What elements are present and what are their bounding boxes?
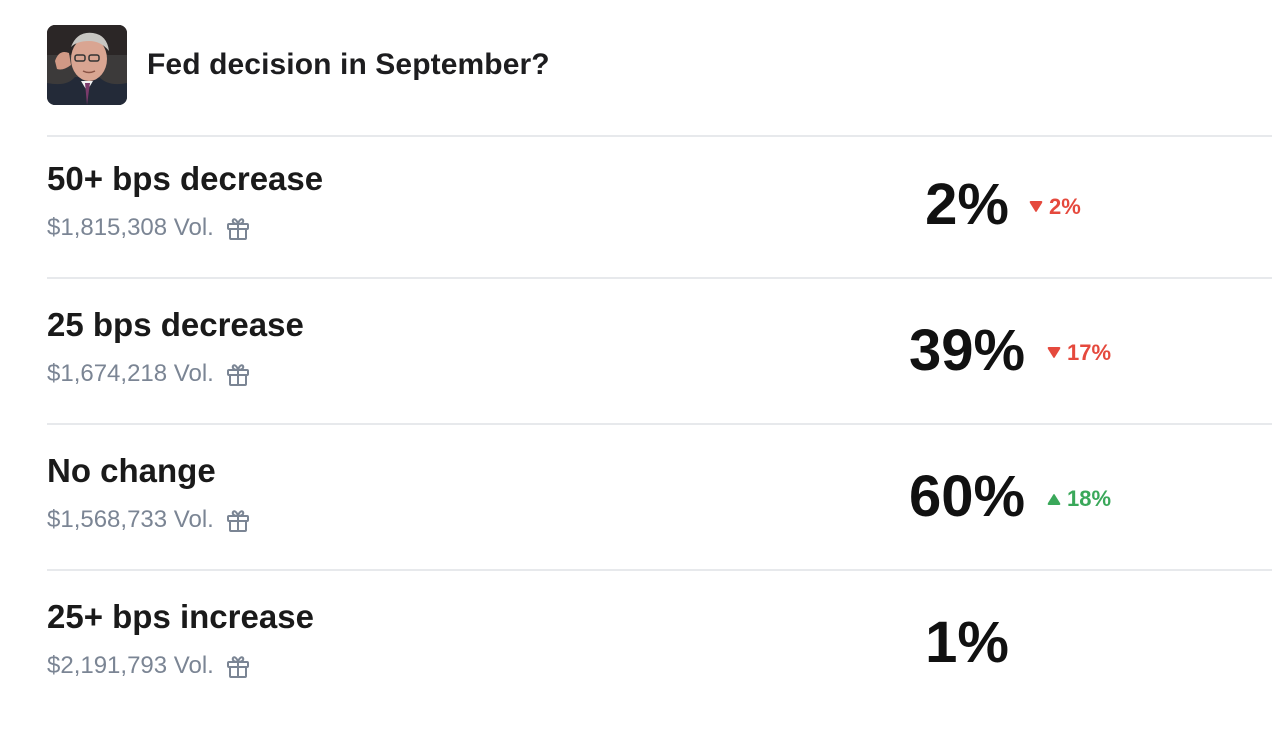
outcome-probability: 39%: [908, 318, 1026, 383]
outcome-row[interactable]: No change $1,568,733 Vol. 60% 18%: [47, 428, 1272, 574]
gift-icon[interactable]: [226, 653, 250, 679]
change-value: 17%: [1067, 340, 1112, 365]
market-avatar[interactable]: [47, 25, 127, 105]
outcome-volume: $1,568,733 Vol.: [47, 506, 250, 534]
probability-change: 2%: [1029, 194, 1081, 220]
change-value: 2%: [1049, 194, 1081, 219]
down-triangle-icon: [1029, 201, 1043, 212]
market-header: Fed decision in September?: [47, 25, 550, 105]
probability-change: 18%: [1047, 486, 1111, 512]
outcome-row[interactable]: 25 bps decrease $1,674,218 Vol. 39% 17%: [47, 282, 1272, 428]
up-triangle-icon: [1047, 494, 1061, 505]
volume-text: $1,568,733 Vol.: [47, 506, 214, 533]
volume-text: $1,674,218 Vol.: [47, 360, 214, 387]
outcome-probability: 2%: [925, 172, 1009, 237]
divider: [47, 277, 1272, 279]
gift-icon[interactable]: [226, 507, 250, 533]
outcome-volume: $2,191,793 Vol.: [47, 652, 250, 680]
volume-text: $2,191,793 Vol.: [47, 652, 214, 679]
gift-icon[interactable]: [226, 215, 250, 241]
divider: [47, 423, 1272, 425]
outcome-row[interactable]: 25+ bps increase $2,191,793 Vol. 1%: [47, 574, 1272, 720]
down-triangle-icon: [1047, 347, 1061, 358]
outcome-volume: $1,815,308 Vol.: [47, 214, 250, 242]
outcome-name: 50+ bps decrease: [47, 160, 324, 197]
volume-text: $1,815,308 Vol.: [47, 214, 214, 241]
outcome-name: 25 bps decrease: [47, 306, 304, 343]
change-value: 18%: [1067, 486, 1112, 511]
divider: [47, 569, 1272, 571]
market-title: Fed decision in September?: [147, 48, 550, 81]
outcome-row[interactable]: 50+ bps decrease $1,815,308 Vol. 2% 2%: [47, 136, 1272, 282]
outcome-volume: $1,674,218 Vol.: [47, 360, 250, 388]
probability-change: 17%: [1047, 340, 1111, 366]
outcome-name: No change: [47, 452, 216, 489]
gift-icon[interactable]: [226, 361, 250, 387]
outcome-name: 25+ bps increase: [47, 598, 314, 635]
outcome-probability: 1%: [925, 610, 1009, 675]
outcome-probability: 60%: [908, 464, 1026, 529]
